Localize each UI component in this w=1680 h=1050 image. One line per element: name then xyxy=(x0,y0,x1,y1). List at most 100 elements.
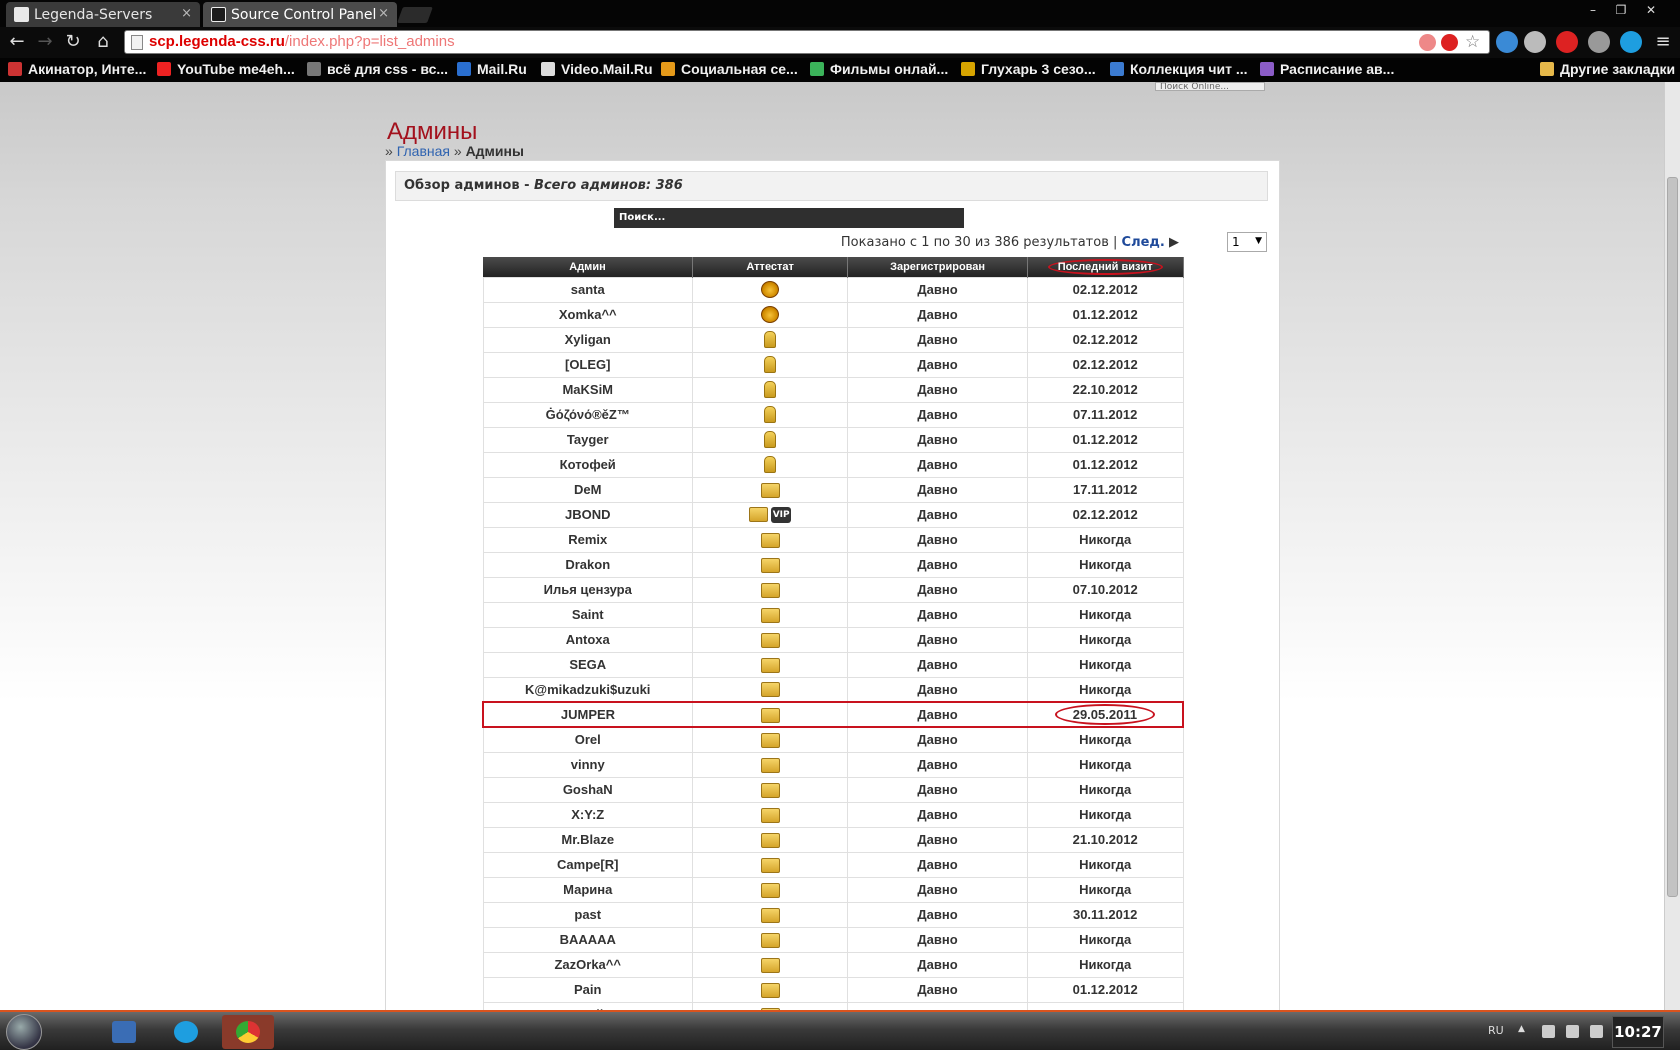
admin-name[interactable]: [OLEG] xyxy=(482,351,693,378)
next-page-link[interactable]: След. xyxy=(1122,235,1165,250)
bookmark-item[interactable]: Расписание ав... xyxy=(1260,61,1394,77)
admin-name[interactable]: GoshaN xyxy=(482,776,693,803)
taskbar-chrome[interactable] xyxy=(222,1015,274,1049)
table-row[interactable]: past Давно 30.11.2012 xyxy=(482,901,1184,928)
ball-extension-icon[interactable] xyxy=(1524,31,1546,53)
tab-close-icon[interactable]: × xyxy=(181,6,192,21)
close-window-button[interactable]: ✕ xyxy=(1640,2,1662,19)
admin-name[interactable]: SEGA xyxy=(482,651,693,678)
admin-name[interactable]: Orel xyxy=(482,726,693,753)
admin-name[interactable]: JBOND xyxy=(482,501,693,528)
table-row[interactable]: Ġόζόνό®ěZ™ Давно 07.11.2012 xyxy=(482,401,1184,428)
bookmark-item[interactable]: Коллекция чит ... xyxy=(1110,61,1248,77)
table-row[interactable]: Drakon Давно Никогда xyxy=(482,551,1184,578)
top-search-input[interactable]: Поиск Online... xyxy=(1155,82,1265,91)
search-toggle-bar[interactable]: Поиск... xyxy=(614,208,964,228)
table-row[interactable]: X:Y:Z Давно Никогда xyxy=(482,801,1184,828)
table-row[interactable]: SEGA Давно Никогда xyxy=(482,651,1184,678)
taskbar-explorer[interactable] xyxy=(98,1015,150,1049)
admin-name[interactable]: santa xyxy=(482,276,693,303)
weather-extension-icon[interactable] xyxy=(1496,31,1518,53)
language-indicator[interactable]: RU xyxy=(1488,1024,1504,1037)
table-row[interactable]: Марина Давно Никогда xyxy=(482,876,1184,903)
table-row[interactable]: K@mikadzuki$uzuki Давно Никогда xyxy=(482,676,1184,703)
admin-name[interactable]: K@mikadzuki$uzuki xyxy=(482,676,693,703)
other-bookmarks-folder[interactable]: Другие закладки xyxy=(1540,61,1675,77)
breadcrumb-home-link[interactable]: Главная xyxy=(397,143,450,159)
table-row[interactable]: Xyligan Давно 02.12.2012 xyxy=(482,326,1184,353)
reload-button[interactable]: ↻ xyxy=(62,31,84,53)
table-row[interactable]: Pain Давно 01.12.2012 xyxy=(482,976,1184,1003)
table-row[interactable]: DeM Давно 17.11.2012 xyxy=(482,476,1184,503)
system-clock[interactable]: 10:27 xyxy=(1612,1016,1664,1048)
admin-name[interactable]: Mr.Blaze xyxy=(482,826,693,853)
column-header-certificate[interactable]: Аттестат xyxy=(692,257,849,277)
table-row[interactable]: ZazOrka^^ Давно Никогда xyxy=(482,951,1184,978)
admin-name[interactable]: MaKSiM xyxy=(482,376,693,403)
bookmark-item[interactable]: всё для css - вс... xyxy=(307,61,448,77)
new-tab-button[interactable] xyxy=(397,7,433,23)
menu-icon[interactable]: ≡ xyxy=(1652,31,1674,53)
table-row[interactable]: Remix Давно Никогда xyxy=(482,526,1184,553)
restore-button[interactable]: ❐ xyxy=(1610,2,1632,19)
table-row[interactable]: MaKSiM Давно 22.10.2012 xyxy=(482,376,1184,403)
column-header-registered[interactable]: Зарегистрирован xyxy=(847,257,1028,277)
vertical-scrollbar[interactable] xyxy=(1664,82,1680,1010)
page-select[interactable]: 1 ▼ xyxy=(1227,232,1267,252)
flag-icon[interactable] xyxy=(1542,1025,1555,1038)
volume-icon[interactable] xyxy=(1590,1025,1603,1038)
bookmark-item[interactable]: YouTube me4eh... xyxy=(157,61,295,77)
table-row[interactable]: Tayger Давно 01.12.2012 xyxy=(482,426,1184,453)
next-arrow-icon[interactable]: ▶ xyxy=(1169,235,1179,250)
table-row[interactable]: BAAAAA Давно Никогда xyxy=(482,926,1184,953)
admin-name[interactable]: Pain xyxy=(482,976,693,1003)
admin-name[interactable]: Antoxa xyxy=(482,626,693,653)
column-header-last-visit[interactable]: Последний визит xyxy=(1027,257,1184,277)
admin-name[interactable]: Remix xyxy=(482,526,693,553)
bookmark-item[interactable]: Глухарь 3 сезо... xyxy=(961,61,1096,77)
table-row[interactable]: Mr.Blaze Давно 21.10.2012 xyxy=(482,826,1184,853)
tab-legenda-servers[interactable]: Legenda-Servers × xyxy=(6,2,200,27)
admin-name[interactable]: BAAAAA xyxy=(482,926,693,953)
table-row[interactable]: Котофей Давно 01.12.2012 xyxy=(482,451,1184,478)
table-row[interactable]: Campe[R] Давно Никогда xyxy=(482,851,1184,878)
admin-name[interactable]: Ġόζόνό®ěZ™ xyxy=(482,401,693,428)
scrollbar-thumb[interactable] xyxy=(1667,177,1678,897)
admin-name[interactable]: vinny xyxy=(482,751,693,778)
admin-name[interactable]: Tayger xyxy=(482,426,693,453)
adblock-icon[interactable] xyxy=(1441,34,1458,51)
table-row[interactable]: Orel Давно Никогда xyxy=(482,726,1184,753)
blocked-cookie-icon[interactable] xyxy=(1419,34,1436,51)
admin-name[interactable]: Xyligan xyxy=(482,326,693,353)
bookmark-item[interactable]: Акинатор, Инте... xyxy=(8,61,146,77)
admin-name[interactable]: Котофей xyxy=(482,451,693,478)
admin-name[interactable]: Zлой xyxy=(482,1001,693,1010)
table-row[interactable]: santa Давно 02.12.2012 xyxy=(482,276,1184,303)
chess-extension-icon[interactable] xyxy=(1588,31,1610,53)
forward-button[interactable]: → xyxy=(34,31,56,53)
skype-extension-icon[interactable] xyxy=(1620,31,1642,53)
admin-name[interactable]: Campe[R] xyxy=(482,851,693,878)
table-row[interactable]: vinny Давно Никогда xyxy=(482,751,1184,778)
tab-source-control-panel[interactable]: Source Control Panel × xyxy=(203,2,397,27)
admin-name[interactable]: Марина xyxy=(482,876,693,903)
bookmark-item[interactable]: Фильмы онлай... xyxy=(810,61,948,77)
admin-name[interactable]: Илья цензура xyxy=(482,576,693,603)
admin-name[interactable]: Xomka^^ xyxy=(482,301,693,328)
admin-name[interactable]: JUMPER xyxy=(481,701,693,728)
address-bar[interactable]: scp.legenda-css.ru/index.php?p=list_admi… xyxy=(124,30,1490,54)
table-row[interactable]: GoshaN Давно Никогда xyxy=(482,776,1184,803)
stop-extension-icon[interactable] xyxy=(1556,31,1578,53)
admin-name[interactable]: Saint xyxy=(482,601,693,628)
table-row[interactable]: Xomka^^ Давно 01.12.2012 xyxy=(482,301,1184,328)
table-row[interactable]: Илья цензура Давно 07.10.2012 xyxy=(482,576,1184,603)
admin-name[interactable]: past xyxy=(482,901,693,928)
table-row[interactable]: Saint Давно Никогда xyxy=(482,601,1184,628)
admin-name[interactable]: X:Y:Z xyxy=(482,801,693,828)
back-button[interactable]: ← xyxy=(6,31,28,53)
admin-name[interactable]: ZazOrka^^ xyxy=(482,951,693,978)
column-header-admin[interactable]: Админ xyxy=(483,257,693,277)
tray-expand-icon[interactable]: ▲ xyxy=(1518,1024,1525,1034)
network-icon[interactable] xyxy=(1566,1025,1579,1038)
taskbar-skype[interactable] xyxy=(160,1015,212,1049)
